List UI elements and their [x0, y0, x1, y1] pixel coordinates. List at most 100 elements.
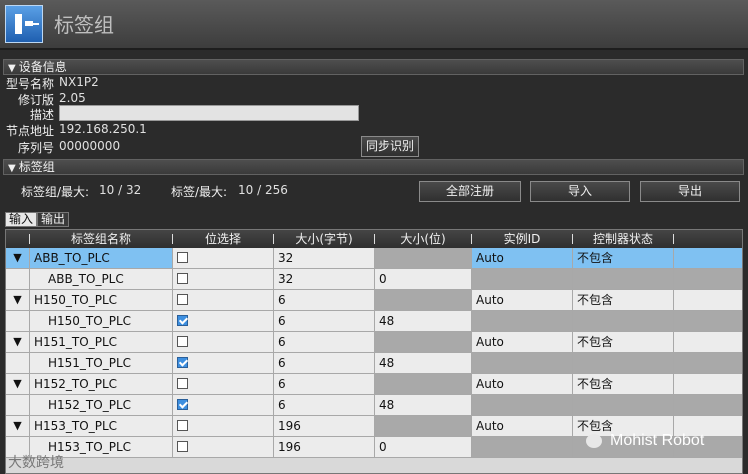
- bit-select-checkbox[interactable]: [177, 294, 188, 305]
- tag-group-name[interactable]: H153_TO_PLC: [30, 416, 173, 437]
- size-bits-cell[interactable]: [375, 248, 472, 269]
- register-all-button[interactable]: 全部注册: [419, 181, 521, 202]
- table-row[interactable]: ▼ H151_TO_PLC 6 Auto 不包含: [6, 332, 742, 353]
- controller-status-cell[interactable]: 不包含: [573, 248, 674, 269]
- instance-id-cell[interactable]: Auto: [472, 332, 573, 353]
- controller-status-cell[interactable]: 不包含: [573, 374, 674, 395]
- import-button[interactable]: 导入: [530, 181, 630, 202]
- expand-toggle[interactable]: ▼: [6, 290, 30, 311]
- tag-group-name[interactable]: H151_TO_PLC: [30, 353, 173, 374]
- table-row[interactable]: ▼ H150_TO_PLC 6 Auto 不包含: [6, 290, 742, 311]
- bit-select-checkbox[interactable]: [177, 378, 188, 389]
- controller-status-cell[interactable]: [573, 395, 674, 416]
- description-field[interactable]: [59, 105, 359, 121]
- bit-select-cell[interactable]: [173, 416, 274, 437]
- spare-cell: [674, 311, 742, 332]
- controller-status-cell[interactable]: [573, 353, 674, 374]
- size-bits-cell[interactable]: [375, 290, 472, 311]
- spare-cell: [674, 248, 742, 269]
- table-row[interactable]: H150_TO_PLC 6 48: [6, 311, 742, 332]
- instance-id-cell[interactable]: Auto: [472, 248, 573, 269]
- size-bits-cell[interactable]: 0: [375, 269, 472, 290]
- bit-select-checkbox[interactable]: [177, 441, 188, 452]
- size-bits-cell[interactable]: [375, 374, 472, 395]
- bit-select-checkbox[interactable]: [177, 399, 188, 410]
- bit-select-checkbox[interactable]: [177, 315, 188, 326]
- tag-group-name[interactable]: H151_TO_PLC: [30, 332, 173, 353]
- expand-toggle[interactable]: ▼: [6, 374, 30, 395]
- bit-select-cell[interactable]: [173, 332, 274, 353]
- table-row[interactable]: ▼ ABB_TO_PLC 32 Auto 不包含: [6, 248, 742, 269]
- bit-select-checkbox[interactable]: [177, 420, 188, 431]
- size-bytes-cell[interactable]: 6: [274, 395, 375, 416]
- expand-toggle: [6, 311, 30, 332]
- tab-output[interactable]: 输出: [37, 212, 70, 227]
- bit-select-cell[interactable]: [173, 290, 274, 311]
- tag-group-name[interactable]: H150_TO_PLC: [30, 311, 173, 332]
- watermark: Mohist Robot: [586, 432, 704, 450]
- table-row[interactable]: ▼ H152_TO_PLC 6 Auto 不包含: [6, 374, 742, 395]
- table-row[interactable]: H152_TO_PLC 6 48: [6, 395, 742, 416]
- instance-id-cell[interactable]: Auto: [472, 290, 573, 311]
- column-header-size-bits[interactable]: 大小(位): [375, 230, 471, 248]
- size-bytes-cell[interactable]: 6: [274, 353, 375, 374]
- expand-toggle[interactable]: ▼: [6, 248, 30, 269]
- instance-id-cell[interactable]: Auto: [472, 416, 573, 437]
- size-bytes-cell[interactable]: 32: [274, 269, 375, 290]
- instance-id-cell[interactable]: [472, 311, 573, 332]
- column-header-instance-id[interactable]: 实例ID: [472, 230, 572, 248]
- tag-group-name[interactable]: H152_TO_PLC: [30, 395, 173, 416]
- bit-select-cell[interactable]: [173, 248, 274, 269]
- expand-toggle[interactable]: ▼: [6, 332, 30, 353]
- controller-status-cell[interactable]: 不包含: [573, 332, 674, 353]
- size-bytes-cell[interactable]: 6: [274, 311, 375, 332]
- bit-select-cell[interactable]: [173, 374, 274, 395]
- size-bytes-cell[interactable]: 6: [274, 332, 375, 353]
- tag-group-name[interactable]: H150_TO_PLC: [30, 290, 173, 311]
- column-header-bit-select[interactable]: 位选择: [173, 230, 273, 248]
- bit-select-cell[interactable]: [173, 437, 274, 458]
- size-bits-cell[interactable]: 48: [375, 311, 472, 332]
- bit-select-checkbox[interactable]: [177, 273, 188, 284]
- size-bytes-cell[interactable]: 196: [274, 437, 375, 458]
- controller-status-cell[interactable]: [573, 269, 674, 290]
- instance-id-cell[interactable]: [472, 437, 573, 458]
- bit-select-cell[interactable]: [173, 395, 274, 416]
- column-header-size-bytes[interactable]: 大小(字节): [274, 230, 374, 248]
- tab-input[interactable]: 输入: [5, 212, 38, 227]
- expand-toggle[interactable]: ▼: [6, 416, 30, 437]
- size-bytes-cell[interactable]: 196: [274, 416, 375, 437]
- bit-select-checkbox[interactable]: [177, 357, 188, 368]
- bit-select-checkbox[interactable]: [177, 252, 188, 263]
- bit-select-cell[interactable]: [173, 269, 274, 290]
- size-bits-cell[interactable]: [375, 332, 472, 353]
- size-bytes-cell[interactable]: 6: [274, 374, 375, 395]
- table-row[interactable]: H151_TO_PLC 6 48: [6, 353, 742, 374]
- bit-select-cell[interactable]: [173, 353, 274, 374]
- size-bits-cell[interactable]: 48: [375, 395, 472, 416]
- tag-group-name[interactable]: ABB_TO_PLC: [30, 248, 173, 269]
- sync-identify-button[interactable]: 同步识别: [361, 136, 419, 157]
- size-bits-cell[interactable]: [375, 416, 472, 437]
- instance-id-cell[interactable]: [472, 269, 573, 290]
- table-row[interactable]: ABB_TO_PLC 32 0: [6, 269, 742, 290]
- tag-group-name[interactable]: H152_TO_PLC: [30, 374, 173, 395]
- expand-toggle: [6, 353, 30, 374]
- size-bits-cell[interactable]: 0: [375, 437, 472, 458]
- instance-id-cell[interactable]: [472, 353, 573, 374]
- column-header-controller-status[interactable]: 控制器状态: [573, 230, 673, 248]
- instance-id-cell[interactable]: [472, 395, 573, 416]
- device-info-header[interactable]: ▼ 设备信息: [3, 59, 744, 75]
- column-header-name[interactable]: 标签组名称: [30, 230, 172, 248]
- tag-group-name[interactable]: ABB_TO_PLC: [30, 269, 173, 290]
- controller-status-cell[interactable]: [573, 311, 674, 332]
- bit-select-checkbox[interactable]: [177, 336, 188, 347]
- size-bytes-cell[interactable]: 32: [274, 248, 375, 269]
- instance-id-cell[interactable]: Auto: [472, 374, 573, 395]
- export-button[interactable]: 导出: [640, 181, 740, 202]
- size-bits-cell[interactable]: 48: [375, 353, 472, 374]
- controller-status-cell[interactable]: 不包含: [573, 290, 674, 311]
- size-bytes-cell[interactable]: 6: [274, 290, 375, 311]
- bit-select-cell[interactable]: [173, 311, 274, 332]
- tag-group-header[interactable]: ▼ 标签组: [3, 159, 744, 175]
